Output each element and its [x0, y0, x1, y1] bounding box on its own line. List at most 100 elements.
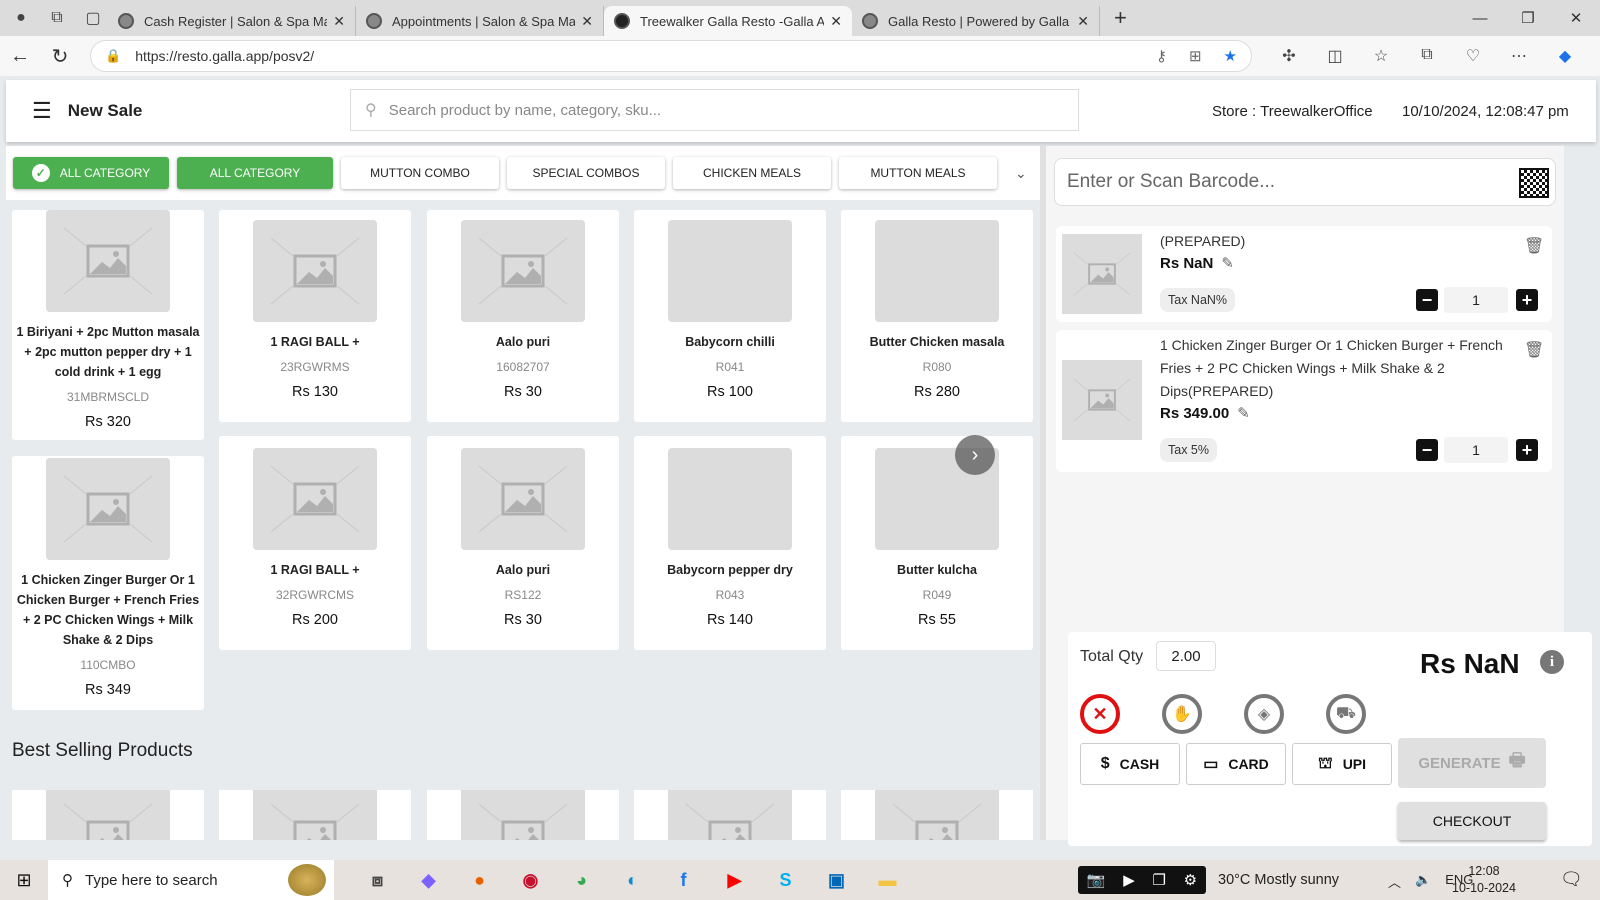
category-chip[interactable]: MUTTON COMBO	[341, 157, 499, 189]
edge-icon[interactable]: ◐	[607, 860, 658, 900]
qr-code-icon[interactable]	[1519, 168, 1549, 198]
edit-price-icon[interactable]: ✎	[1237, 405, 1250, 422]
barcode-input[interactable]: Enter or Scan Barcode...	[1054, 158, 1556, 206]
url-field[interactable]: 🔒 https://resto.galla.app/posv2/ ⚷ ⊞ ★	[90, 40, 1252, 72]
close-window-button[interactable]: ✕	[1552, 0, 1600, 36]
qty-input[interactable]: 1	[1444, 287, 1508, 313]
info-icon[interactable]: i	[1540, 650, 1564, 674]
refresh-button[interactable]: ↻	[40, 44, 80, 69]
close-tab-icon[interactable]: ✕	[830, 13, 842, 30]
upi-button[interactable]: ⛫ UPI	[1292, 743, 1392, 785]
close-tab-icon[interactable]: ✕	[581, 13, 593, 30]
camera-icon[interactable]: 📷	[1087, 871, 1106, 889]
facebook-icon[interactable]: f	[658, 860, 709, 900]
extensions-icon[interactable]: ✣	[1266, 46, 1312, 66]
close-tab-icon[interactable]: ✕	[333, 13, 345, 30]
file-explorer-icon[interactable]: ▬	[862, 860, 913, 900]
category-chip[interactable]: MUTTON MEALS	[839, 157, 997, 189]
qty-input[interactable]: 1	[1444, 437, 1508, 463]
collections-icon[interactable]: ⧉	[1404, 46, 1450, 66]
taskbar-search-input[interactable]: ⚲ Type here to search	[48, 860, 334, 900]
increase-qty-button[interactable]: +	[1516, 439, 1538, 461]
product-card[interactable]: 1 RAGI BALL + 32RGWRCMS Rs 200	[219, 436, 411, 650]
cancel-order-button[interactable]: ✕	[1080, 694, 1120, 734]
restore-button[interactable]: ❐	[1504, 0, 1552, 36]
product-card[interactable]: Babycorn pepper dry R043 Rs 140	[634, 436, 826, 650]
product-card[interactable]: Aalo puri RS122 Rs 30	[427, 436, 619, 650]
video-icon[interactable]: ▶	[1123, 871, 1135, 889]
tab-actions-icon[interactable]: ▢	[78, 3, 108, 33]
windows-start-icon[interactable]: ⊞	[0, 870, 48, 891]
best-selling-card[interactable]	[841, 790, 1033, 840]
product-card[interactable]: Butter kulcha R049 Rs 55	[841, 436, 1033, 650]
checkout-button[interactable]: CHECKOUT	[1398, 802, 1546, 840]
copilot-app-icon[interactable]: ◆	[403, 860, 454, 900]
favorite-star-icon[interactable]: ★	[1224, 47, 1237, 65]
decrease-qty-button[interactable]: −	[1416, 439, 1438, 461]
delete-icon[interactable]: 🗑	[1524, 236, 1544, 255]
tray-chevron-icon[interactable]: ︿	[1388, 872, 1401, 891]
hold-order-button[interactable]: ✋	[1162, 694, 1202, 734]
product-card[interactable]: 1 Biriyani + 2pc Mutton masala + 2pc mut…	[12, 210, 204, 440]
notifications-icon[interactable]: 🗨	[1560, 869, 1583, 890]
delivery-truck-button[interactable]: ⛟	[1326, 694, 1366, 734]
cash-button[interactable]: $ CASH	[1080, 743, 1180, 785]
increase-qty-button[interactable]: +	[1516, 289, 1538, 311]
category-chip-selected[interactable]: ✓ ALL CATEGORY	[13, 157, 169, 189]
category-chip[interactable]: CHICKEN MEALS	[673, 157, 831, 189]
store-app-icon[interactable]: ▣	[811, 860, 862, 900]
app-available-icon[interactable]: ⊞	[1189, 47, 1202, 65]
browser-tab[interactable]: Appointments | Salon & Spa Man ✕	[356, 6, 604, 36]
generate-button[interactable]: GENERATE 🖶	[1398, 738, 1546, 788]
product-card[interactable]: Babycorn chilli R041 Rs 100	[634, 210, 826, 422]
product-card[interactable]: 1 RAGI BALL + 23RGWRMS Rs 130	[219, 210, 411, 422]
split-screen-icon[interactable]: ◫	[1312, 46, 1358, 66]
menu-icon[interactable]: ☰	[32, 98, 52, 124]
best-selling-card[interactable]	[12, 790, 204, 840]
chrome-icon[interactable]: ◕	[556, 860, 607, 900]
category-chip[interactable]: SPECIAL COMBOS	[507, 157, 665, 189]
back-button[interactable]: ←	[0, 45, 40, 68]
firefox-icon[interactable]: ●	[454, 860, 505, 900]
volume-icon[interactable]: 🔈	[1415, 872, 1431, 891]
recorder-app-icon[interactable]: ◉	[505, 860, 556, 900]
product-name: 1 RAGI BALL +	[270, 563, 360, 577]
more-menu-icon[interactable]: ⋯	[1496, 46, 1542, 66]
edit-price-icon[interactable]: ✎	[1221, 255, 1234, 272]
skype-icon[interactable]: S	[760, 860, 811, 900]
window-capture-icon[interactable]: ❐	[1152, 871, 1165, 889]
minimize-button[interactable]: —	[1456, 0, 1504, 36]
key-icon[interactable]: ⚷	[1156, 47, 1167, 65]
delete-icon[interactable]: 🗑	[1524, 340, 1544, 359]
product-card[interactable]: Aalo puri 16082707 Rs 30	[427, 210, 619, 422]
browser-tab-active[interactable]: Treewalker Galla Resto -Galla App ✕	[604, 6, 852, 36]
browser-tab[interactable]: Galla Resto | Powered by Galla ✕	[852, 6, 1100, 36]
best-selling-card[interactable]	[634, 790, 826, 840]
youtube-icon[interactable]: ▶	[709, 860, 760, 900]
browser-essentials-icon[interactable]: ♡	[1450, 46, 1496, 66]
best-selling-card[interactable]	[219, 790, 411, 840]
discount-tag-button[interactable]: ◈	[1244, 694, 1284, 734]
profile-icon[interactable]: ●	[6, 3, 36, 33]
copilot-icon[interactable]: ◆	[1542, 46, 1588, 66]
category-chip[interactable]: ALL CATEGORY	[177, 157, 333, 189]
new-tab-button[interactable]: +	[1114, 5, 1127, 31]
chevron-down-icon[interactable]: ⌄	[1015, 165, 1027, 182]
weather-widget[interactable]: 30°C Mostly sunny	[1218, 872, 1339, 888]
card-button[interactable]: ▭ CARD	[1186, 743, 1286, 785]
settings-gear-icon[interactable]: ⚙	[1184, 871, 1197, 889]
windows-taskbar: ⊞ ⚲ Type here to search ⧈ ◆ ● ◉ ◕ ◐ f ▶ …	[0, 860, 1600, 900]
product-price: Rs 30	[504, 384, 542, 400]
product-card[interactable]: Butter Chicken masala R080 Rs 280	[841, 210, 1033, 422]
task-view-icon[interactable]: ⧈	[352, 860, 403, 900]
best-selling-card[interactable]	[427, 790, 619, 840]
browser-tab[interactable]: Cash Register | Salon & Spa Mana ✕	[108, 6, 356, 36]
close-tab-icon[interactable]: ✕	[1077, 13, 1089, 30]
taskbar-clock[interactable]: 12:08 10-10-2024	[1452, 863, 1516, 897]
next-arrow-button[interactable]: ›	[955, 435, 995, 475]
decrease-qty-button[interactable]: −	[1416, 289, 1438, 311]
product-search-input[interactable]: ⚲ Search product by name, category, sku.…	[350, 89, 1079, 131]
favorites-icon[interactable]: ☆	[1358, 46, 1404, 66]
product-card[interactable]: 1 Chicken Zinger Burger Or 1 Chicken Bur…	[12, 456, 204, 710]
workspaces-icon[interactable]: ⧉	[42, 3, 72, 33]
